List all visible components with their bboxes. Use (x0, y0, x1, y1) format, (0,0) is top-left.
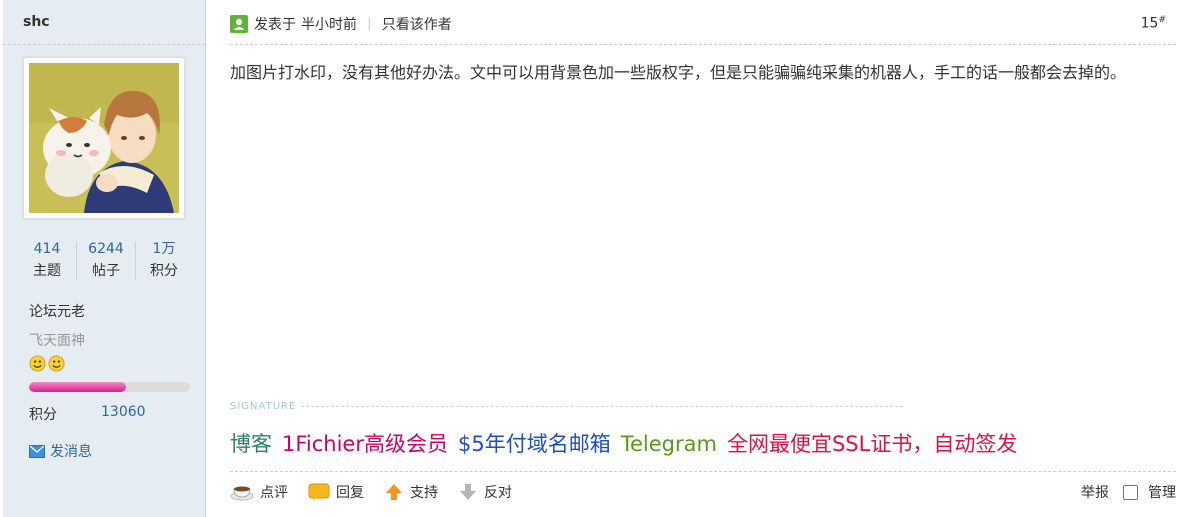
stat-divider (76, 242, 77, 280)
signature-link-ssl[interactable]: 全网最便宜SSL证书，自动签发 (727, 432, 1017, 456)
avatar-image (29, 63, 179, 213)
rank-stars (29, 355, 65, 372)
user-rank[interactable]: 论坛元老 (29, 301, 85, 321)
arrow-down-icon (460, 484, 476, 500)
arrow-up-icon (386, 484, 402, 500)
points-progress-bar (29, 382, 190, 392)
stat-threads-label: 主题 (33, 263, 61, 279)
custom-title: 飞天面神 (29, 333, 85, 349)
signature-link-1fichier[interactable]: 1Fichier高级会员 (282, 432, 448, 456)
signature-label: SIGNATURE (230, 401, 904, 412)
signature-divider (301, 406, 904, 407)
support-label[interactable]: 支持 (410, 482, 438, 502)
sidebar-divider (3, 44, 205, 45)
reply-button[interactable]: 回复 (308, 482, 364, 502)
score-value: 13060 (101, 404, 146, 420)
comment-label[interactable]: 点评 (260, 482, 288, 502)
signature-link-telegram[interactable]: Telegram (621, 432, 717, 456)
avatar-frame[interactable] (23, 57, 185, 219)
report-link[interactable]: 举报 (1081, 482, 1109, 502)
post-actions: 点评 回复 支持 反对 (230, 482, 532, 502)
post-header: 发表于 半小时前 | 只看该作者 15# (230, 12, 1176, 36)
stat-posts-value[interactable]: 6244 (82, 238, 130, 260)
post-content: 加图片打水印，没有其他好办法。文中可以用背景色加一些版权字，但是只能骗骗纯采集的… (230, 63, 1127, 82)
signature-links: 博客 1Fichier高级会员 $5年付域名邮箱 Telegram 全网最便宜SSL证书… (230, 429, 1027, 459)
floor-mark: # (1158, 15, 1166, 25)
stat-threads[interactable]: 414 主题 (23, 238, 71, 282)
envelope-icon (29, 444, 45, 458)
comment-button[interactable]: 点评 (230, 482, 288, 502)
floor-number[interactable]: 15# (1141, 15, 1166, 32)
stat-threads-value[interactable]: 414 (23, 238, 71, 260)
reply-label[interactable]: 回复 (336, 482, 364, 502)
header-separator: | (367, 16, 372, 32)
points-progress-fill (29, 382, 126, 392)
stat-posts-label: 帖子 (92, 263, 120, 279)
header-divider (230, 44, 1176, 45)
floor-number-value[interactable]: 15 (1141, 16, 1159, 32)
send-message-link[interactable]: 发消息 (29, 441, 92, 461)
send-message-label[interactable]: 发消息 (50, 441, 92, 461)
stat-points-value[interactable]: 1万 (140, 238, 188, 260)
coffee-cup-icon (230, 486, 254, 501)
speech-bubble-icon (308, 483, 330, 501)
only-author-link[interactable]: 只看该作者 (382, 14, 452, 34)
smiley-face-icon (29, 355, 46, 372)
footer-divider (230, 471, 1176, 472)
user-online-icon (230, 15, 248, 33)
manage-checkbox[interactable] (1123, 484, 1138, 500)
oppose-button[interactable]: 反对 (458, 482, 512, 502)
posted-label: 发表于 (254, 17, 296, 33)
manage-label[interactable]: 管理 (1148, 482, 1176, 502)
stat-points-label: 积分 (150, 263, 178, 279)
posted-time: 半小时前 (301, 17, 357, 33)
smiley-face-icon (48, 355, 65, 372)
signature-link-domain-mail[interactable]: $5年付域名邮箱 (458, 432, 611, 456)
author-sidebar: shc 414 主题 6244 帖子 1万 积分 论坛元老 飞天面神 积分 13… (3, 0, 206, 517)
post-admin-actions: 举报 管理 (1081, 482, 1176, 502)
stat-divider (135, 242, 136, 280)
score-label: 积分 (29, 407, 57, 423)
stat-points[interactable]: 1万 积分 (140, 238, 188, 282)
avatar[interactable] (29, 63, 179, 213)
signature-link-blog[interactable]: 博客 (230, 432, 272, 456)
oppose-label[interactable]: 反对 (484, 482, 512, 502)
author-username[interactable]: shc (23, 14, 50, 30)
support-button[interactable]: 支持 (384, 482, 438, 502)
signature-label-text: SIGNATURE (230, 401, 297, 412)
stat-posts[interactable]: 6244 帖子 (82, 238, 130, 282)
